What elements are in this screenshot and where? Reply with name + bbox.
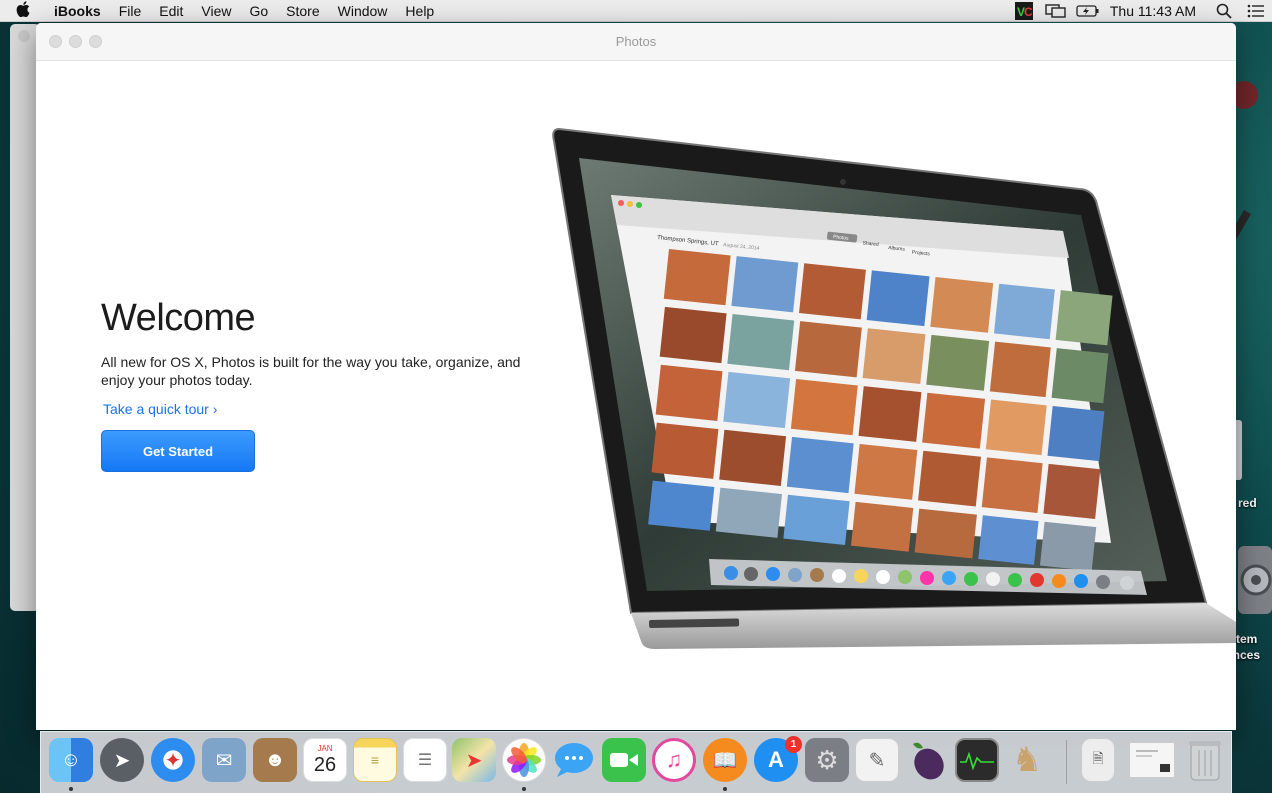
desktop-label-2: tem	[1236, 632, 1258, 646]
dock-running-indicator	[69, 787, 73, 791]
dock-contacts[interactable]: ☻	[253, 738, 297, 782]
dock-itunes[interactable]: ♫	[652, 738, 696, 782]
dock: ☺ ➤ ✦ ✉ ☻ JAN 26 ≡ ☰ ➤ ♫ 📖 A 1 ⚙ ✎ ♞ 🗎	[40, 731, 1232, 793]
app-store-icon: A	[768, 747, 784, 772]
dock-photos[interactable]	[502, 738, 546, 782]
menu-window[interactable]: Window	[329, 0, 397, 22]
dock-activity-monitor[interactable]	[955, 738, 999, 782]
welcome-description: All new for OS X, Photos is built for th…	[101, 354, 521, 388]
list-icon: ☰	[417, 752, 433, 769]
menu-edit[interactable]: Edit	[150, 0, 192, 22]
window-title: Photos	[615, 34, 657, 49]
trash-icon	[1189, 741, 1221, 781]
app-store-badge: 1	[785, 736, 802, 753]
dock-trash[interactable]	[1183, 738, 1227, 782]
map-icon: ➤	[465, 749, 483, 772]
dock-finder[interactable]: ☺	[49, 738, 93, 782]
monitor-icon	[960, 751, 994, 771]
rocket-icon: ➤	[113, 749, 131, 772]
window-titlebar[interactable]: Photos	[36, 23, 1236, 61]
notepad-icon: ≡	[370, 752, 380, 768]
dock-notes[interactable]: ≡	[353, 738, 397, 782]
dock-system-preferences[interactable]: ⚙	[805, 738, 849, 782]
dock-eggplant[interactable]	[905, 738, 949, 782]
video-camera-icon	[610, 753, 638, 767]
menu-bar: iBooks File Edit View Go Store Window He…	[0, 0, 1272, 22]
dock-launchpad[interactable]: ➤	[100, 738, 144, 782]
menu-store[interactable]: Store	[277, 0, 328, 22]
welcome-heading: Welcome	[101, 297, 256, 339]
dock-running-indicator	[522, 787, 526, 791]
desktop-icons-strip	[1236, 81, 1272, 614]
svg-text:C: C	[1024, 5, 1033, 19]
battery-icon[interactable]	[1075, 0, 1101, 22]
photos-window: Photos Welcome All new for OS X, Photos …	[36, 23, 1236, 730]
textedit-icon: ✎	[868, 749, 886, 772]
dock-textedit[interactable]: ✎	[855, 738, 899, 782]
dock-messages[interactable]	[552, 738, 596, 782]
contacts-book-icon: ☻	[264, 748, 286, 771]
book-icon: 📖	[712, 749, 738, 772]
flower-icon	[507, 743, 541, 777]
macbook-illustration: Thompson Springs, UT August 24, 2014 Pho…	[552, 127, 1236, 649]
menubar-clock[interactable]: Thu 11:43 AM	[1104, 3, 1208, 19]
desktop-label-1: red	[1238, 496, 1257, 510]
dock-facetime[interactable]	[602, 738, 646, 782]
dock-mail[interactable]: ✉	[202, 738, 246, 782]
dock-running-indicator	[723, 787, 727, 791]
speech-bubble-icon	[555, 743, 593, 777]
eggplant-icon	[913, 742, 944, 780]
dock-chess[interactable]: ♞	[1005, 738, 1049, 782]
get-started-button[interactable]: Get Started	[101, 430, 255, 472]
display-mirroring-icon[interactable]	[1043, 0, 1069, 22]
menu-help[interactable]: Help	[396, 0, 443, 22]
chess-knight-icon: ♞	[1011, 741, 1043, 779]
dock-screenshot[interactable]	[1129, 742, 1175, 778]
dock-calendar[interactable]: JAN 26	[303, 738, 347, 782]
document-icon: 🗎	[1092, 750, 1104, 766]
dock-safari[interactable]: ✦	[151, 738, 195, 782]
quick-tour-label: Take a quick tour	[103, 401, 209, 417]
chevron-right-icon: ›	[212, 401, 218, 417]
calendar-month: JAN	[317, 744, 333, 753]
dock-maps[interactable]: ➤	[452, 738, 496, 782]
quick-tour-link[interactable]: Take a quick tour ›	[103, 401, 217, 417]
background-window-close-icon[interactable]	[18, 30, 30, 42]
dock-ibooks[interactable]: 📖	[703, 738, 747, 782]
spotlight-search-icon[interactable]	[1211, 0, 1237, 22]
vc-status-icon[interactable]: VC	[1011, 0, 1037, 22]
dock-separator	[1066, 740, 1067, 784]
compass-icon: ✦	[164, 749, 182, 772]
menu-app-name[interactable]: iBooks	[46, 0, 110, 22]
apple-menu-icon[interactable]	[0, 0, 46, 21]
dock-document[interactable]: 🗎	[1081, 738, 1115, 782]
finder-icon: ☺	[60, 748, 82, 771]
dock-reminders[interactable]: ☰	[403, 738, 447, 782]
menu-file[interactable]: File	[110, 0, 151, 22]
eagle-stamp-icon: ✉	[215, 749, 233, 772]
menu-go[interactable]: Go	[240, 0, 277, 22]
dock-app-store[interactable]: A 1	[754, 736, 802, 782]
menu-view[interactable]: View	[192, 0, 240, 22]
calendar-day: 26	[313, 754, 337, 776]
screenshot-icon	[1136, 750, 1170, 772]
music-note-icon: ♫	[665, 747, 683, 772]
notification-center-icon[interactable]	[1243, 0, 1269, 22]
gear-icon: ⚙	[815, 744, 839, 775]
